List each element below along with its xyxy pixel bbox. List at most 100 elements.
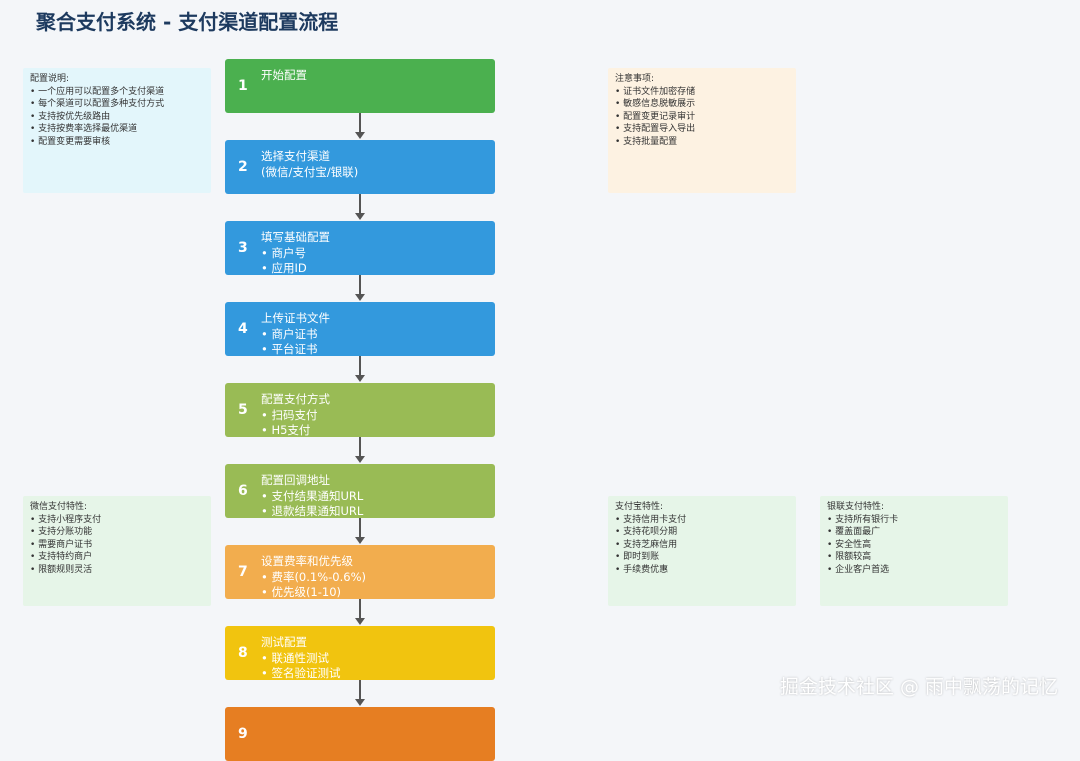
flow-step-1: 1 开始配置 xyxy=(225,59,495,113)
watermark: 掘金技术社区 @ 雨中飘荡的记忆 xyxy=(779,676,1058,698)
config-note: 配置说明: • 一个应用可以配置多个支付渠道 • 每个渠道可以配置多种支付方式 • 支… xyxy=(23,68,211,193)
step-number: 8 xyxy=(238,645,248,661)
step-number: 4 xyxy=(238,321,248,337)
note-item: • 限额较高 xyxy=(827,552,872,563)
flow-step-5: 5 配置支付方式 • 扫码支付 • H5支付 xyxy=(225,383,495,437)
attention-note: 注意事项: • 证书文件加密存储 • 敏感信息脱敏展示 • 配置变更记录审计 • 支持配… xyxy=(608,68,796,193)
step-title: 开始配置 xyxy=(261,68,307,82)
step-detail: • 应用ID xyxy=(261,261,307,275)
note-item: • 支持信用卡支付 xyxy=(615,514,687,525)
note-item: • 即时到账 xyxy=(615,552,660,563)
flow-step-6: 6 配置回调地址 • 支付结果通知URL • 退款结果通知URL xyxy=(225,464,495,518)
flow-arrow xyxy=(359,518,361,538)
step-number: 9 xyxy=(238,726,248,742)
arrow-head xyxy=(355,132,365,139)
step-title: 填写基础配置 xyxy=(261,230,330,244)
note-title: 配置说明: xyxy=(30,74,70,84)
step-text: 配置回调地址 • 支付结果通知URL • 退款结果通知URL xyxy=(261,473,363,518)
flow-step-8: 8 测试配置 • 联通性测试 • 签名验证测试 xyxy=(225,626,495,680)
page-title: 聚合支付系统 - 支付渠道配置流程 xyxy=(36,10,339,34)
step-detail: • 联通性测试 xyxy=(261,650,329,665)
step-text: 上传证书文件 • 商户证书 • 平台证书 xyxy=(261,311,330,356)
step-detail: (微信/支付宝/银联) xyxy=(261,164,359,179)
step-text: 填写基础配置 • 商户号 • 应用ID xyxy=(261,230,330,275)
step-number: 6 xyxy=(238,483,248,499)
step-detail: • 商户证书 xyxy=(261,326,318,341)
step-text: 测试配置 • 联通性测试 • 签名验证测试 xyxy=(261,635,340,680)
step-detail: • 签名验证测试 xyxy=(261,666,341,680)
step-title: 设置费率和优先级 xyxy=(261,554,353,568)
note-title: 注意事项: xyxy=(615,74,655,84)
note-item: • 支持批量配置 xyxy=(615,136,678,147)
step-detail: • 退款结果通知URL xyxy=(261,504,364,518)
step-detail: • H5支付 xyxy=(261,423,311,437)
note-item: • 支持按优先级路由 xyxy=(30,111,111,122)
flow-arrow xyxy=(359,680,361,700)
wechat-features-note: 微信支付特性: • 支持小程序支付 • 支持分账功能 • 需要商户证书 • 支持特约商户… xyxy=(23,496,211,606)
step-text: 配置支付方式 • 扫码支付 • H5支付 xyxy=(261,392,330,437)
note-item: • 企业客户首选 xyxy=(827,564,890,575)
note-title: 微信支付特性: xyxy=(30,502,88,512)
arrow-head xyxy=(355,537,365,544)
flow-arrow xyxy=(359,275,361,295)
step-detail: • 优先级(1-10) xyxy=(261,585,342,599)
note-title: 支付宝特性: xyxy=(615,502,664,512)
step-title: 选择支付渠道 xyxy=(261,149,330,163)
note-item: • 覆盖面最广 xyxy=(827,527,881,538)
arrow-head xyxy=(355,213,365,220)
note-item: • 支持配置导入导出 xyxy=(615,124,696,135)
note-item: • 敏感信息脱敏展示 xyxy=(615,99,696,110)
step-number: 5 xyxy=(238,402,248,418)
step-title: 上传证书文件 xyxy=(261,311,330,325)
note-item: • 支持花呗分期 xyxy=(615,527,678,538)
note-item: • 需要商户证书 xyxy=(30,539,93,550)
step-title: 测试配置 xyxy=(261,635,307,649)
flow-step-7: 7 设置费率和优先级 • 费率(0.1%-0.6%) • 优先级(1-10) xyxy=(225,545,495,599)
note-title: 银联支付特性: xyxy=(827,502,885,512)
note-item: • 一个应用可以配置多个支付渠道 xyxy=(30,86,165,97)
flow-arrow xyxy=(359,599,361,619)
note-item: • 支持小程序支付 xyxy=(30,514,102,525)
step-number: 7 xyxy=(238,564,248,580)
flow-arrow xyxy=(359,194,361,214)
note-item: • 证书文件加密存储 xyxy=(615,86,696,97)
note-item: • 手续费优惠 xyxy=(615,564,669,575)
note-item: • 配置变更记录审计 xyxy=(615,111,696,122)
step-number: 1 xyxy=(238,78,248,94)
note-item: • 每个渠道可以配置多种支付方式 xyxy=(30,99,165,110)
step-detail: • 费率(0.1%-0.6%) xyxy=(261,569,366,584)
step-number: 2 xyxy=(238,159,248,175)
flow-arrow xyxy=(359,113,361,133)
note-item: • 支持分账功能 xyxy=(30,527,93,538)
flow-step-2: 2 选择支付渠道 (微信/支付宝/银联) xyxy=(225,140,495,194)
arrow-head xyxy=(355,699,365,706)
alipay-features-note: 支付宝特性: • 支持信用卡支付 • 支持花呗分期 • 支持芝麻信用 • 即时到账 • 手… xyxy=(608,496,796,606)
step-detail: • 扫码支付 xyxy=(261,407,318,422)
step-title: 配置支付方式 xyxy=(261,392,330,406)
note-item: • 限额规则灵活 xyxy=(30,564,93,575)
note-item: • 支持特约商户 xyxy=(30,552,93,563)
note-item: • 支持所有银行卡 xyxy=(827,514,899,525)
arrow-head xyxy=(355,618,365,625)
step-number: 3 xyxy=(238,240,248,256)
step-text: 设置费率和优先级 • 费率(0.1%-0.6%) • 优先级(1-10) xyxy=(261,554,366,599)
step-text: 选择支付渠道 (微信/支付宝/银联) xyxy=(261,149,358,180)
flow-arrow xyxy=(359,356,361,376)
flow-step-3: 3 填写基础配置 • 商户号 • 应用ID xyxy=(225,221,495,275)
step-detail: • 平台证书 xyxy=(261,342,318,356)
note-item: • 支持按费率选择最优渠道 xyxy=(30,124,138,135)
note-item: • 安全性高 xyxy=(827,539,872,550)
note-item: • 支持芝麻信用 xyxy=(615,539,678,550)
arrow-head xyxy=(355,294,365,301)
flow-arrow xyxy=(359,437,361,457)
step-title: 配置回调地址 xyxy=(261,473,330,487)
note-item: • 配置变更需要审核 xyxy=(30,136,111,147)
arrow-head xyxy=(355,375,365,382)
arrow-head xyxy=(355,456,365,463)
step-detail: • 商户号 xyxy=(261,245,306,260)
step-text: 开始配置 xyxy=(261,68,307,84)
flow-step-4: 4 上传证书文件 • 商户证书 • 平台证书 xyxy=(225,302,495,356)
unionpay-features-note: 银联支付特性: • 支持所有银行卡 • 覆盖面最广 • 安全性高 • 限额较高 • 企业客… xyxy=(820,496,1008,606)
flow-step-9: 9 xyxy=(225,707,495,761)
step-detail: • 支付结果通知URL xyxy=(261,488,364,503)
